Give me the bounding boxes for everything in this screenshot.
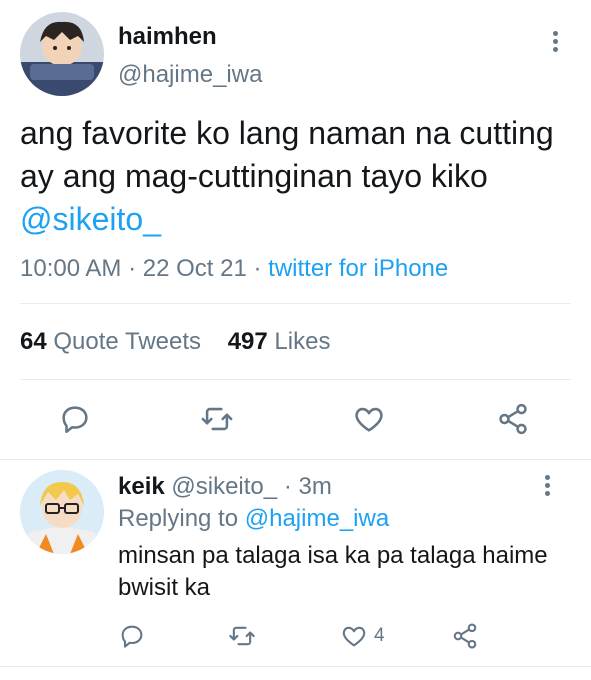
divider bbox=[20, 303, 571, 304]
reply-separator: · bbox=[283, 473, 292, 500]
reply-author-avatar-image bbox=[20, 470, 104, 554]
divider bbox=[0, 666, 591, 667]
reply-like-count: 4 bbox=[374, 625, 385, 646]
like-button[interactable] bbox=[352, 402, 386, 436]
meta-separator-2: · bbox=[253, 255, 262, 282]
author-avatar-image bbox=[20, 12, 104, 96]
tweet-source-link[interactable]: twitter for iPhone bbox=[268, 255, 448, 282]
retweet-icon bbox=[201, 407, 233, 431]
reply-reply-button[interactable] bbox=[118, 622, 146, 650]
replying-to-link[interactable]: @hajime_iwa bbox=[245, 505, 389, 532]
quote-tweets-label: Quote Tweets bbox=[53, 328, 202, 355]
tweet-mention-link[interactable]: @sikeito_ bbox=[20, 201, 161, 237]
reply-author-avatar[interactable] bbox=[20, 470, 104, 554]
more-options-icon[interactable] bbox=[543, 28, 567, 58]
divider bbox=[20, 379, 571, 380]
reply-retweet-button[interactable] bbox=[228, 622, 256, 650]
divider bbox=[0, 459, 591, 460]
reply-header: keik @sikeito_ · 3m bbox=[118, 473, 332, 501]
reply-age: 3m bbox=[298, 473, 332, 500]
tweet-time: 10:00 AM bbox=[20, 255, 122, 282]
tweet-body: ang favorite ko lang naman na cutting ay… bbox=[20, 115, 554, 194]
quote-tweets-count: 64 bbox=[20, 328, 47, 355]
quote-tweets-link[interactable]: 64 Quote Tweets bbox=[20, 328, 201, 355]
reply-icon bbox=[62, 406, 88, 434]
like-icon bbox=[355, 407, 383, 432]
author-display-name[interactable]: haimhen bbox=[118, 23, 217, 51]
share-icon bbox=[499, 403, 527, 435]
replying-to: Replying to @hajime_iwa bbox=[118, 505, 389, 533]
replying-to-label: Replying to bbox=[118, 505, 239, 532]
reply-icon bbox=[121, 625, 143, 648]
likes-count: 497 bbox=[227, 328, 268, 355]
meta-separator: · bbox=[128, 255, 137, 282]
reply-button[interactable] bbox=[58, 402, 92, 436]
reply-text: minsan pa talaga isa ka pa talaga haime … bbox=[118, 542, 548, 601]
share-button[interactable] bbox=[496, 402, 530, 436]
retweet-icon bbox=[229, 626, 255, 646]
retweet-button[interactable] bbox=[200, 402, 234, 436]
like-icon bbox=[342, 626, 366, 647]
author-avatar[interactable] bbox=[20, 12, 104, 96]
likes-link[interactable]: 497 Likes bbox=[228, 328, 331, 355]
reply-like-button[interactable]: 4 bbox=[340, 622, 385, 650]
share-icon bbox=[453, 623, 477, 649]
reply-share-button[interactable] bbox=[451, 622, 479, 650]
tweet-text: ang favorite ko lang naman na cutting ay… bbox=[20, 112, 580, 241]
reply-display-name[interactable]: keik bbox=[118, 473, 165, 500]
tweet-stats: 64 Quote Tweets 497 Likes bbox=[20, 328, 330, 356]
tweet-meta: 10:00 AM · 22 Oct 21 · twitter for iPhon… bbox=[20, 255, 448, 283]
likes-label: Likes bbox=[274, 328, 331, 355]
author-handle[interactable]: @hajime_iwa bbox=[118, 61, 262, 89]
reply-handle[interactable]: @sikeito_ bbox=[171, 473, 277, 500]
tweet-date: 22 Oct 21 bbox=[142, 255, 247, 282]
reply-more-options-icon[interactable] bbox=[535, 472, 559, 502]
